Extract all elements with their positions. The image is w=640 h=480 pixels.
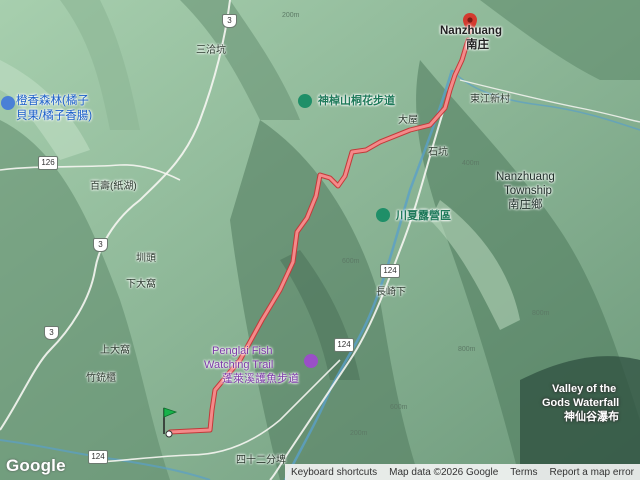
contour-label: 600m xyxy=(390,404,408,411)
poi-label-en-1[interactable]: Penglai Fish xyxy=(212,346,273,357)
place-label: 上大窩 xyxy=(100,345,130,356)
township-label-en-2: Township xyxy=(504,185,552,197)
terms-link[interactable]: Terms xyxy=(504,467,543,478)
contour-label: 200m xyxy=(350,430,368,437)
place-label: 四十二分埤 xyxy=(236,455,286,466)
contour-label: 200m xyxy=(282,12,300,19)
route-shield: 3 xyxy=(222,14,237,28)
place-label: 下大窩 xyxy=(126,279,156,290)
green-flag-icon[interactable] xyxy=(160,404,178,438)
route-shield: 124 xyxy=(334,338,354,352)
trail-label[interactable]: 神棹山桐花步道 xyxy=(318,96,395,107)
campground-icon[interactable] xyxy=(376,208,390,222)
route-shield: 126 xyxy=(38,156,58,170)
place-label: 長崎下 xyxy=(376,287,406,298)
route-shield: 3 xyxy=(44,326,59,340)
poi-label-zh[interactable]: 神仙谷瀑布 xyxy=(564,412,619,423)
map-canvas[interactable]: Nanzhuang 南庄 三洽坑 橙香森林(橘子 貝果/橘子香腸) 神棹山桐花步… xyxy=(0,0,640,480)
poi-label-en-1[interactable]: Valley of the xyxy=(552,384,616,395)
poi-label-en-2[interactable]: Gods Waterfall xyxy=(542,398,619,409)
poi-label-zh[interactable]: 蓬萊溪護魚步道 xyxy=(222,374,299,385)
place-label: 百壽(紙湖) xyxy=(90,181,137,192)
contour-label: 800m xyxy=(532,310,550,317)
place-label: 三洽坑 xyxy=(196,45,226,56)
contour-label: 800m xyxy=(458,346,476,353)
route-shield: 124 xyxy=(380,264,400,278)
poi-label[interactable]: 橙香森林(橘子 xyxy=(16,95,89,108)
route-shield: 3 xyxy=(93,238,108,252)
town-label-nanzhuang-en: Nanzhuang xyxy=(440,25,502,37)
place-label: 大屋 xyxy=(398,115,418,126)
poi-label[interactable]: 貝果/橘子香腸) xyxy=(16,110,92,123)
township-label-en-1: Nanzhuang xyxy=(496,171,555,183)
shopping-icon[interactable] xyxy=(1,96,15,110)
town-label-nanzhuang-zh: 南庄 xyxy=(466,39,489,51)
google-logo: Google xyxy=(6,456,66,475)
place-label: 圳頭 xyxy=(136,253,156,264)
route-shield: 124 xyxy=(88,450,108,464)
map-data-text: Map data ©2026 Google xyxy=(389,466,499,478)
report-error-link[interactable]: Report a map error xyxy=(544,467,640,478)
place-label: 竹銃櫃 xyxy=(86,373,116,384)
poi-label-en-2[interactable]: Watching Trail xyxy=(204,360,273,371)
keyboard-shortcuts-link[interactable]: Keyboard shortcuts xyxy=(285,467,383,478)
place-label: 石坑 xyxy=(428,147,448,158)
attraction-icon[interactable] xyxy=(304,354,318,368)
contour-label: 600m xyxy=(342,258,360,265)
hiking-trail-icon[interactable] xyxy=(298,94,312,108)
township-label-zh: 南庄鄉 xyxy=(508,199,543,211)
camp-label[interactable]: 川夏露營區 xyxy=(396,211,451,222)
place-label: 東江新村 xyxy=(470,94,510,105)
contour-label: 400m xyxy=(462,160,480,167)
attribution-bar: Keyboard shortcuts Map data ©2026 Google… xyxy=(284,464,640,480)
